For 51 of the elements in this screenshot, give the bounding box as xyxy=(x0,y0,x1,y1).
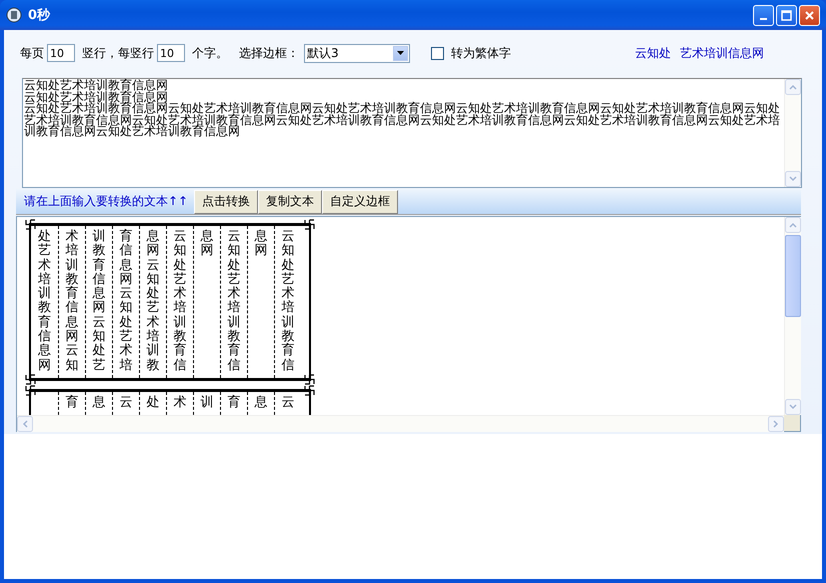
input-hint: 请在上面输入要转换的文本↑↑ xyxy=(24,193,188,210)
site-link[interactable]: 云知处 xyxy=(635,44,671,62)
minimize-button[interactable] xyxy=(753,4,774,26)
traditional-checkbox[interactable] xyxy=(431,46,444,60)
dropdown-arrow-icon xyxy=(397,51,404,55)
vertical-text-column: 息 xyxy=(92,396,106,410)
vertical-text-column: 息 xyxy=(254,396,268,410)
pages-label: 每页 xyxy=(20,44,44,62)
border-dropdown[interactable]: 默认3 xyxy=(304,44,410,62)
maximize-button[interactable] xyxy=(776,4,797,26)
vertical-text-column: 云 xyxy=(120,396,132,410)
vertical-text-column: 息网 xyxy=(254,230,268,259)
action-button[interactable]: 复制文本 xyxy=(258,190,322,214)
vertical-scrollbar[interactable] xyxy=(784,217,801,415)
close-icon xyxy=(804,10,815,20)
vertical-text-column: 云 xyxy=(282,396,294,410)
vertical-text-column: 处 xyxy=(146,396,160,410)
vertical-text-column: 息网云知处艺术培训教 xyxy=(146,230,160,373)
vertical-text-column: 处艺术培训教育信息网 xyxy=(38,230,51,373)
vertical-text-column: 育信息网云知处艺术培 xyxy=(120,230,132,373)
scroll-down-icon[interactable] xyxy=(785,399,801,415)
vertical-text-column: 云知处艺术培训教育信 xyxy=(282,230,294,373)
vertical-text-column: 术培训教育信息网云知 xyxy=(66,230,78,373)
scroll-left-icon[interactable] xyxy=(17,416,33,432)
border-label: 选择边框： xyxy=(239,44,299,62)
vertical-text-column: 云知处艺术培训教育信 xyxy=(174,230,186,373)
vertical-text-column: 训 xyxy=(200,396,214,410)
scroll-up-icon[interactable] xyxy=(785,217,801,233)
maximize-icon xyxy=(781,10,792,20)
vertical-text-column: 育 xyxy=(228,396,240,410)
chars-per-column-label: 竖行，每竖行 xyxy=(82,44,154,62)
vertical-text-column: 息网 xyxy=(200,230,214,259)
site-link[interactable]: 艺术培训信息网 xyxy=(680,44,764,62)
scroll-thumb[interactable] xyxy=(785,235,801,317)
columns-per-page-field[interactable]: 10 xyxy=(47,44,75,62)
chars-per-column-field[interactable]: 10 xyxy=(157,44,185,62)
minimize-icon xyxy=(760,18,767,20)
chars-unit-label: 个字。 xyxy=(192,44,228,62)
action-button[interactable]: 点击转换 xyxy=(194,190,258,214)
vertical-text-column: 云知处艺术培训教育信 xyxy=(228,230,240,373)
vertical-text-column: 术 xyxy=(174,396,186,410)
vertical-text-column: 育 xyxy=(66,396,78,410)
close-button[interactable] xyxy=(799,4,820,26)
traditional-label: 转为繁体字 xyxy=(451,44,511,62)
scroll-right-icon[interactable] xyxy=(768,416,784,432)
window-title: 0秒 xyxy=(28,7,52,24)
vertical-text-column: 训教育信息网云知处艺 xyxy=(92,230,106,373)
action-button[interactable]: 自定义边框 xyxy=(322,190,398,214)
horizontal-scrollbar[interactable] xyxy=(17,415,784,432)
scrollbar-corner xyxy=(784,415,800,431)
app-icon xyxy=(6,7,22,23)
